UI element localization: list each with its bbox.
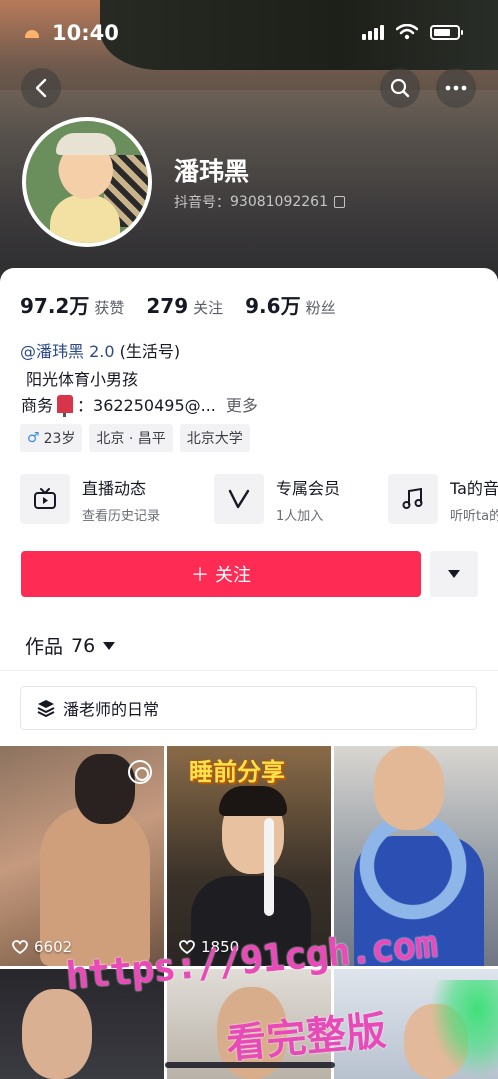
feature-subtitle: 听听ta的 bbox=[450, 508, 498, 524]
thumbnail-figure bbox=[75, 754, 135, 824]
feature-subtitle: 1人加入 bbox=[276, 508, 324, 524]
follow-dropdown-button[interactable] bbox=[430, 551, 478, 597]
thumbnail-toothbrush bbox=[264, 818, 274, 916]
feature-shortcuts: 直播动态 查看历史记录 专属会员 1人加入 Ta的音 听听ta的 bbox=[20, 474, 498, 528]
caret-down-icon bbox=[448, 570, 460, 578]
status-time: 10:40 bbox=[52, 21, 119, 45]
feature-title: 直播动态 bbox=[82, 478, 147, 498]
feature-subtitle: 查看历史记录 bbox=[82, 508, 161, 524]
heart-icon bbox=[12, 940, 28, 954]
tag-school: 北京大学 bbox=[179, 424, 250, 452]
mailbox-icon bbox=[57, 395, 74, 417]
tab-divider bbox=[0, 670, 498, 671]
collection-label: 潘老师的日常 bbox=[63, 700, 160, 719]
bio-text: 阳光体育小男孩 bbox=[26, 370, 139, 389]
tag-age: ♂ 23岁 bbox=[20, 424, 83, 452]
works-tab-label: 作品 bbox=[25, 636, 64, 658]
stat-followers[interactable]: 9.6万 粉丝 bbox=[245, 290, 335, 319]
home-indicator bbox=[165, 1062, 335, 1068]
feature-membership[interactable]: 专属会员 1人加入 bbox=[214, 474, 340, 524]
male-icon: ♂ bbox=[27, 430, 40, 446]
live-ring-icon bbox=[128, 760, 152, 784]
music-note-icon bbox=[388, 474, 438, 524]
sunset-sun bbox=[25, 30, 39, 38]
feature-music[interactable]: Ta的音 听听ta的 bbox=[388, 474, 498, 524]
chevron-left-icon bbox=[35, 78, 47, 98]
profile-name: 潘玮黑 bbox=[174, 157, 250, 186]
avatar-photo-shirt bbox=[50, 195, 120, 243]
tag-location: 北京 · 昌平 bbox=[89, 424, 173, 452]
more-dots-icon bbox=[445, 85, 467, 91]
tag-text: 23岁 bbox=[43, 431, 76, 447]
profile-tags: ♂ 23岁 北京 · 昌平 北京大学 bbox=[20, 424, 250, 452]
battery-icon bbox=[430, 24, 463, 40]
back-button[interactable] bbox=[21, 68, 61, 108]
plus-icon: ＋ bbox=[191, 565, 209, 586]
douyin-id-value: 93081092261 bbox=[230, 194, 328, 210]
collection-entry[interactable]: 潘老师的日常 bbox=[20, 686, 477, 730]
feature-title: 专属会员 bbox=[276, 478, 341, 498]
stat-likes[interactable]: 97.2万 获赞 bbox=[20, 290, 124, 319]
video-banner-text: 睡前分享 bbox=[189, 758, 285, 786]
stats-row: 97.2万 获赞 279 关注 9.6万 粉丝 bbox=[20, 290, 336, 319]
business-value: ：362250495@... bbox=[77, 396, 216, 415]
linked-account-suffix: (生活号) bbox=[119, 342, 181, 361]
stat-value: 9.6万 bbox=[245, 294, 301, 318]
linked-account-handle: @潘玮黑 2.0 bbox=[20, 342, 115, 361]
layers-icon bbox=[37, 700, 55, 717]
business-contact[interactable]: 商务 ：362250495@... 更多 bbox=[21, 392, 258, 417]
wifi-icon bbox=[396, 24, 418, 40]
live-tv-icon bbox=[20, 474, 70, 524]
caret-down-icon bbox=[103, 641, 116, 650]
follow-button-label: 关注 bbox=[215, 565, 251, 586]
video-thumbnail[interactable]: 6602 bbox=[0, 746, 164, 966]
thumbnail-figure bbox=[22, 989, 92, 1079]
green-overlay-blob bbox=[430, 980, 498, 1079]
works-tab-count: 76 bbox=[71, 634, 96, 657]
stat-label: 获赞 bbox=[94, 299, 125, 317]
douyin-id-label: 抖音号： bbox=[174, 195, 230, 211]
copy-icon[interactable] bbox=[333, 196, 345, 208]
avatar[interactable] bbox=[22, 117, 152, 247]
search-button[interactable] bbox=[380, 68, 420, 108]
tab-works[interactable]: 作品 76 bbox=[25, 632, 116, 659]
more-options-button[interactable] bbox=[436, 68, 476, 108]
business-label: 商务 bbox=[21, 396, 54, 415]
stat-value: 279 bbox=[146, 294, 189, 318]
linked-account[interactable]: @潘玮黑 2.0 (生活号) bbox=[20, 338, 180, 362]
thumbnail-figure bbox=[219, 786, 287, 816]
stat-value: 97.2万 bbox=[20, 294, 90, 318]
avatar-photo-hat bbox=[56, 133, 116, 155]
douyin-id-row[interactable]: 抖音号： 93081092261 bbox=[174, 192, 345, 212]
search-icon bbox=[390, 78, 410, 98]
stat-label: 粉丝 bbox=[305, 299, 336, 317]
business-more-link[interactable]: 更多 bbox=[226, 392, 258, 416]
status-icons bbox=[362, 24, 463, 40]
v-badge-icon bbox=[214, 474, 264, 524]
follow-button[interactable]: ＋ 关注 bbox=[21, 551, 421, 597]
stat-following[interactable]: 279 关注 bbox=[146, 294, 223, 318]
feature-title: Ta的音 bbox=[450, 478, 498, 498]
feature-live-history[interactable]: 直播动态 查看历史记录 bbox=[20, 474, 160, 524]
cellular-signal-icon bbox=[362, 24, 384, 40]
tag-text: 北京 · 昌平 bbox=[96, 431, 166, 447]
thumbnail-figure bbox=[374, 746, 444, 830]
stat-label: 关注 bbox=[193, 299, 224, 317]
tag-text: 北京大学 bbox=[186, 431, 243, 447]
